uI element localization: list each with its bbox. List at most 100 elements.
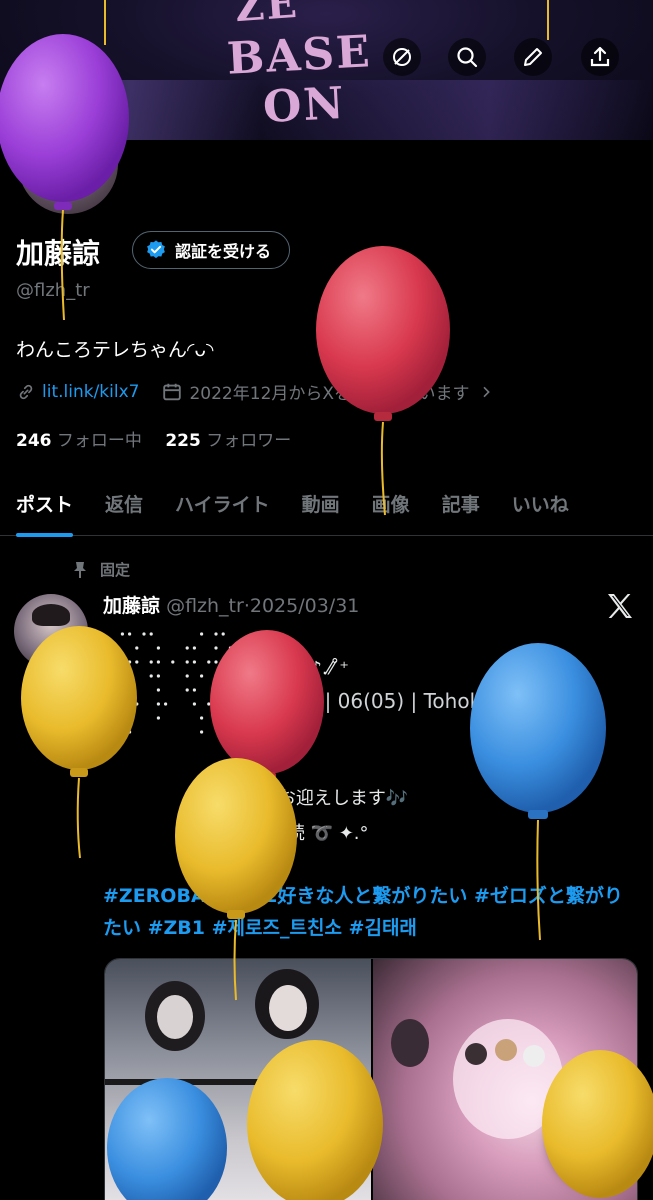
edit-icon [524,48,542,66]
post-name-line: 김태래 ♪.⁄⁄ ̊⁺ [255,658,349,679]
photo-decoration [495,1039,517,1061]
post-info-line: +81 | 06(05) | Tohoku [276,689,494,713]
art-dot [149,660,153,664]
banner-art-text: BASE [225,26,373,85]
art-dot [192,688,196,692]
profile-avatar[interactable] [14,110,122,218]
art-dot [185,674,189,678]
art-dot [135,646,139,650]
tab-videos[interactable]: 動画 [302,470,340,536]
photo-decoration [465,1043,487,1065]
art-dot [113,646,117,650]
profile-meta: lit.link/kilx7 2022年12月からXを利用しています [16,379,494,404]
search-button[interactable] [448,38,486,76]
art-dot [192,660,196,664]
edit-button[interactable] [514,38,552,76]
art-dot [156,660,160,664]
tab-posts[interactable]: ポスト [16,470,74,537]
art-dot [120,702,124,706]
art-dot [135,660,139,664]
art-dot [156,688,160,692]
art-dot [200,674,204,678]
profile-name: 加藤諒 [16,237,101,270]
follow-stats: 246 フォロー中 225 フォロワー [16,426,291,451]
art-dot [135,702,139,706]
followers-count: 225 [165,431,201,451]
profile-link[interactable]: lit.link/kilx7 [42,382,139,402]
art-dot [236,702,240,706]
banner-art-text: ZE [233,0,301,32]
following-link[interactable]: 246 フォロー中 [16,431,142,451]
art-dot [142,632,146,636]
photo-cake [453,1019,563,1139]
tab-highlights[interactable]: ハイライト [175,470,270,536]
banner-artwork: ZE BASE ON [215,0,395,140]
art-dot [214,660,218,664]
art-dot [236,688,240,692]
followers-link[interactable]: 225 フォロワー [165,431,291,451]
art-dot [207,660,211,664]
hide-button[interactable] [383,38,421,76]
photo-strip-divider [105,1079,371,1085]
art-dot [106,660,110,664]
art-dot [214,646,218,650]
following-count: 246 [16,431,52,451]
plus-icon [579,1124,605,1150]
art-dot [214,632,218,636]
art-dot [128,674,132,678]
photo-decoration [391,1019,429,1067]
tab-images[interactable]: 画像 [372,470,410,536]
post-hashtags[interactable]: #ZEROBASEONE好きな人と繋がりたい #ゼロズと繋がりたい #ZB1 #… [103,880,633,944]
tab-articles[interactable]: 記事 [442,470,480,536]
art-dot [113,660,117,664]
art-dot [185,688,189,692]
art-dot [207,702,211,706]
post-author-handle[interactable]: @flzh_tr [166,595,244,617]
art-dot [156,716,160,720]
tab-likes[interactable]: いいね [512,470,569,536]
art-dot [128,688,132,692]
pin-icon [74,561,86,578]
media-photo-left[interactable] [105,959,371,1200]
share-icon [590,46,610,67]
art-dot [221,674,225,678]
joined-date[interactable]: 2022年12月からXを利用しています [189,379,469,404]
art-dot [185,660,189,664]
art-dot [192,646,196,650]
hide-icon [393,48,411,66]
get-verified-label: 認証を受ける [175,242,272,261]
photo-person-face [157,995,193,1039]
art-dot [200,730,204,734]
x-logo-icon[interactable] [604,590,636,622]
art-dot [228,716,232,720]
art-dot [128,730,132,734]
search-icon [457,47,478,68]
chevron-right-icon[interactable] [478,384,494,400]
compose-post-button[interactable] [548,1093,636,1181]
verified-badge-icon [147,240,165,259]
post-line-3: ♡ or RT でお迎えします🎶 [186,788,409,809]
braille-art [106,632,240,734]
post-date[interactable]: 2025/03/31 [250,595,360,617]
art-dot [228,646,232,650]
calendar-icon [163,383,182,400]
back-button[interactable] [34,38,72,76]
art-dot [185,646,189,650]
post-line-4: ALT必読 ➰ ✦.° [238,823,369,844]
get-verified-button[interactable]: 認証を受ける [132,231,291,269]
share-button[interactable] [581,38,619,76]
post-avatar[interactable] [14,594,88,668]
profile-tabs: ポスト 返信 ハイライト 動画 画像 記事 いいね [0,470,653,537]
pinned-label: 固定 [100,561,131,579]
avatar-face [56,142,86,178]
tab-replies[interactable]: 返信 [105,470,143,536]
pinned-indicator: 固定 [72,559,130,580]
art-dot [192,702,196,706]
art-dot [228,660,232,664]
photo-decoration [523,1045,545,1067]
art-dot [106,688,110,692]
art-dot [221,632,225,636]
post-author-name[interactable]: 加藤諒 [103,595,160,617]
art-dot [164,702,168,706]
art-dot [128,716,132,720]
